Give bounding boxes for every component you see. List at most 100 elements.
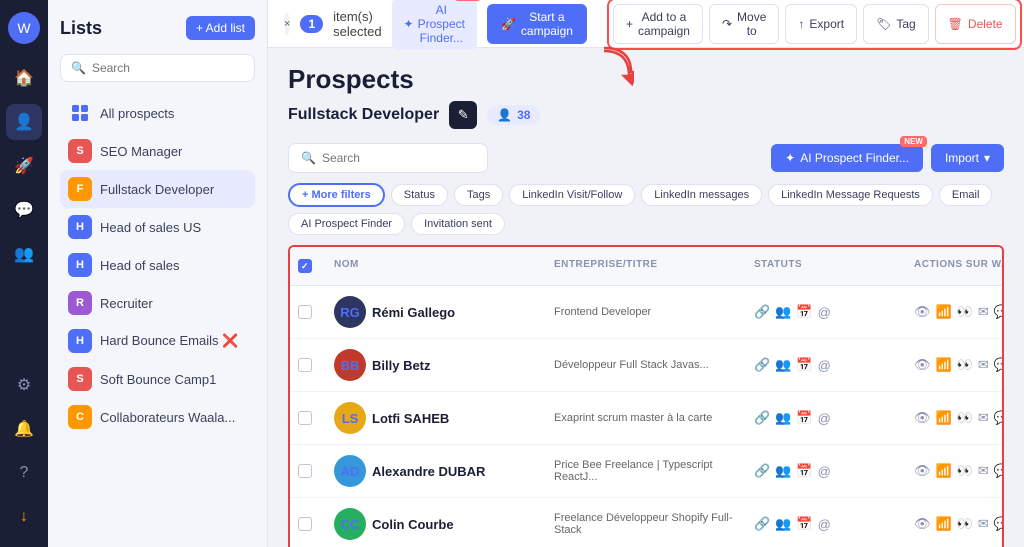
start-campaign-button[interactable]: 🚀 Start a campaign [487, 4, 587, 44]
group-icon[interactable]: 👥 [775, 357, 791, 373]
nav-campaigns[interactable]: 🚀 [6, 148, 42, 184]
signal-icon[interactable]: 📶 [936, 410, 952, 426]
filter-tab-linkedin-messages[interactable]: LinkedIn messages [641, 184, 762, 206]
close-selection-button[interactable]: × [284, 13, 290, 35]
import-button[interactable]: Import ▾ [931, 144, 1004, 172]
row-checkbox[interactable] [298, 358, 312, 372]
table-row: RG Rémi Gallego Frontend Developer 🔗 👥 📅… [290, 286, 1002, 339]
table-body: RG Rémi Gallego Frontend Developer 🔗 👥 📅… [290, 286, 1002, 547]
group-icon[interactable]: 👥 [775, 410, 791, 426]
sidebar-item-seo[interactable]: S SEO Manager [60, 132, 255, 170]
chat-icon[interactable]: 💬 [994, 463, 1004, 479]
chat-icon[interactable]: 💬 [994, 304, 1004, 320]
sidebar-item-recruiter[interactable]: R Recruiter [60, 284, 255, 322]
envelope-icon[interactable]: ✉ [978, 410, 989, 426]
prospects-search-input[interactable] [322, 151, 475, 165]
ai-prospect-finder-button[interactable]: ✦ AI Prospect Finder... NEW [771, 144, 923, 172]
envelope-icon[interactable]: ✉ [978, 463, 989, 479]
view-icon[interactable]: 👀 [957, 410, 973, 426]
filter-tab-linkedin-message-requests[interactable]: LinkedIn Message Requests [768, 184, 933, 206]
filter-tab-invitation-sent[interactable]: Invitation sent [411, 213, 505, 235]
eye-icon[interactable]: 👁 [914, 357, 931, 373]
mail-icon[interactable]: @ [818, 517, 831, 532]
nav-help[interactable]: ? [6, 455, 42, 491]
filter-tab-status[interactable]: Status [391, 184, 448, 206]
signal-icon[interactable]: 📶 [936, 357, 952, 373]
mail-icon[interactable]: @ [818, 464, 831, 479]
calendar-icon[interactable]: 📅 [796, 410, 812, 426]
list-item-label: Collaborateurs Waala... [100, 410, 235, 425]
view-icon[interactable]: 👀 [957, 516, 973, 532]
add-to-campaign-button[interactable]: + Add to a campaign [613, 4, 703, 44]
sidebar-item-fullstack[interactable]: F Fullstack Developer [60, 170, 255, 208]
row-checkbox[interactable] [298, 305, 312, 319]
nav-home[interactable]: 🏠 [6, 60, 42, 96]
eye-icon[interactable]: 👁 [914, 410, 931, 426]
eye-icon[interactable]: 👁 [914, 516, 931, 532]
row-checkbox[interactable] [298, 464, 312, 478]
calendar-icon[interactable]: 📅 [796, 516, 812, 532]
group-icon[interactable]: 👥 [775, 463, 791, 479]
ai-prospect-finder-top-button[interactable]: ✦ AI Prospect Finder... NEW [392, 0, 477, 50]
calendar-icon[interactable]: 📅 [796, 304, 812, 320]
group-icon[interactable]: 👥 [775, 304, 791, 320]
envelope-icon[interactable]: ✉ [978, 516, 989, 532]
move-to-button[interactable]: ↷ Move to [709, 4, 779, 44]
signal-icon[interactable]: 📶 [936, 463, 952, 479]
calendar-icon[interactable]: 📅 [796, 463, 812, 479]
sidebar-item-head-us[interactable]: H Head of sales US [60, 208, 255, 246]
nav-collapse[interactable]: ↓ [6, 499, 42, 535]
row-name-cell: LS Lotfi SAHEB [326, 398, 546, 438]
select-all-checkbox[interactable]: ✓ [298, 259, 312, 273]
link-icon[interactable]: 🔗 [754, 516, 770, 532]
sidebar-item-hard-bounce[interactable]: H Hard Bounce Emails ❌ [60, 322, 255, 360]
mail-icon[interactable]: @ [818, 358, 831, 373]
envelope-icon[interactable]: ✉ [978, 357, 989, 373]
view-icon[interactable]: 👀 [957, 304, 973, 320]
mail-icon[interactable]: @ [818, 411, 831, 426]
link-icon[interactable]: 🔗 [754, 304, 770, 320]
row-checkbox[interactable] [298, 517, 312, 531]
chat-icon[interactable]: 💬 [994, 516, 1004, 532]
filter-tab-tags[interactable]: Tags [454, 184, 503, 206]
view-icon[interactable]: 👀 [957, 357, 973, 373]
export-button[interactable]: ↑ Export [785, 4, 857, 44]
sidebar-item-all-prospects[interactable]: All prospects [60, 94, 255, 132]
row-checkbox[interactable] [298, 411, 312, 425]
nav-notifications[interactable]: 🔔 [6, 411, 42, 447]
group-icon[interactable]: 👥 [775, 516, 791, 532]
nav-settings[interactable]: ⚙ [6, 367, 42, 403]
prospect-company: Développeur Full Stack Javas... [554, 359, 709, 371]
chat-icon[interactable]: 💬 [994, 357, 1004, 373]
link-icon[interactable]: 🔗 [754, 410, 770, 426]
signal-icon[interactable]: 📶 [936, 516, 952, 532]
filter-tab-ai-prospect-finder[interactable]: AI Prospect Finder [288, 213, 405, 235]
link-icon[interactable]: 🔗 [754, 357, 770, 373]
view-icon[interactable]: 👀 [957, 463, 973, 479]
link-icon[interactable]: 🔗 [754, 463, 770, 479]
nav-team[interactable]: 👥 [6, 236, 42, 272]
envelope-icon[interactable]: ✉ [978, 304, 989, 320]
nav-prospects[interactable]: 👤 [6, 104, 42, 140]
sidebar-item-collaborateurs[interactable]: C Collaborateurs Waala... [60, 398, 255, 436]
sidebar-search-box[interactable]: 🔍 [60, 54, 255, 82]
calendar-icon[interactable]: 📅 [796, 357, 812, 373]
nav-messages[interactable]: 💬 [6, 192, 42, 228]
delete-button[interactable]: 🗑 Delete [935, 4, 1016, 44]
app-logo[interactable]: W [8, 12, 40, 44]
edit-list-button[interactable]: ✎ [449, 101, 477, 129]
mail-icon[interactable]: @ [818, 305, 831, 320]
sidebar-search-input[interactable] [92, 61, 244, 75]
chat-icon[interactable]: 💬 [994, 410, 1004, 426]
tag-button[interactable]: 🏷 Tag [863, 4, 929, 44]
more-filters-button[interactable]: + More filters [288, 183, 385, 207]
prospects-search-box[interactable]: 🔍 [288, 143, 488, 173]
sidebar-item-head[interactable]: H Head of sales [60, 246, 255, 284]
sidebar-item-soft-bounce[interactable]: S Soft Bounce Camp1 [60, 360, 255, 398]
signal-icon[interactable]: 📶 [936, 304, 952, 320]
add-list-button[interactable]: + Add list [186, 16, 255, 40]
filter-tab-email[interactable]: Email [939, 184, 993, 206]
filter-tab-linkedin-visit/follow[interactable]: LinkedIn Visit/Follow [509, 184, 635, 206]
eye-icon[interactable]: 👁 [914, 304, 931, 320]
eye-icon[interactable]: 👁 [914, 463, 931, 479]
